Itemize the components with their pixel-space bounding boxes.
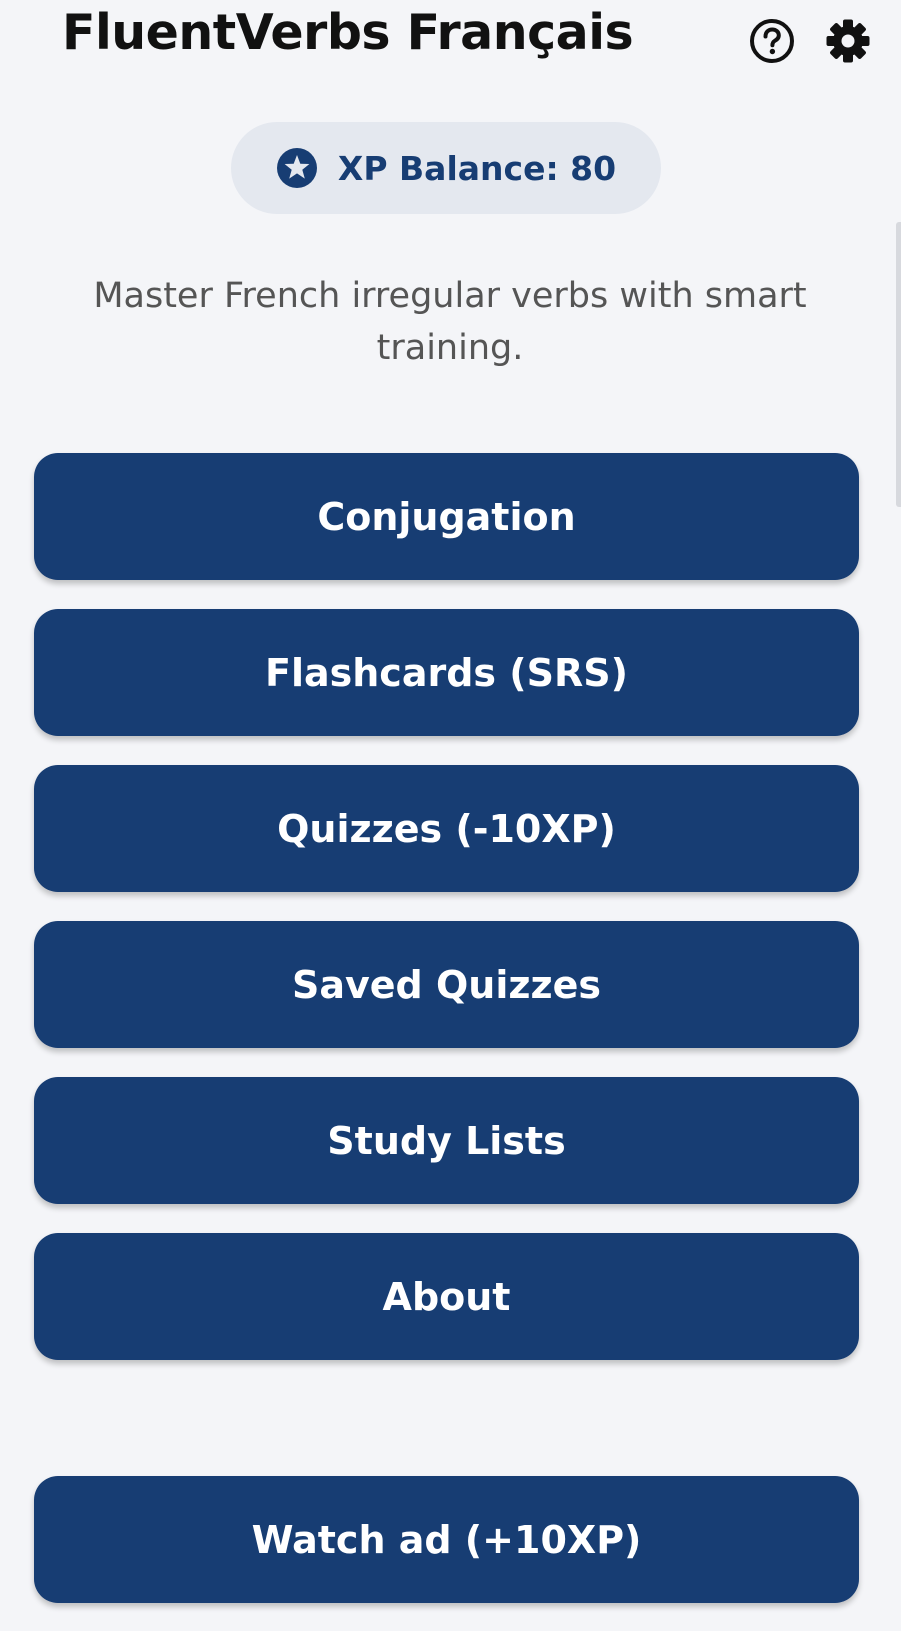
conjugation-button[interactable]: Conjugation <box>34 453 859 580</box>
saved-quizzes-button[interactable]: Saved Quizzes <box>34 921 859 1048</box>
help-button[interactable] <box>748 17 796 65</box>
about-button[interactable]: About <box>34 1233 859 1360</box>
xp-balance-badge: XP Balance: 80 <box>231 122 661 214</box>
app-header: FluentVerbs Français <box>0 0 901 80</box>
settings-button[interactable] <box>824 17 872 65</box>
help-circle-icon <box>750 19 794 63</box>
star-circle-icon <box>276 148 317 188</box>
xp-balance-label: XP Balance: 80 <box>337 148 617 188</box>
scrollbar-edge[interactable] <box>896 222 901 507</box>
study-lists-button[interactable]: Study Lists <box>34 1077 859 1204</box>
watch-ad-button[interactable]: Watch ad (+10XP) <box>34 1476 859 1603</box>
gear-icon <box>826 19 870 63</box>
tagline: Master French irregular verbs with smart… <box>93 276 807 368</box>
flashcards-button[interactable]: Flashcards (SRS) <box>34 609 859 736</box>
app-title: FluentVerbs Français <box>62 4 634 61</box>
quizzes-button[interactable]: Quizzes (-10XP) <box>34 765 859 892</box>
